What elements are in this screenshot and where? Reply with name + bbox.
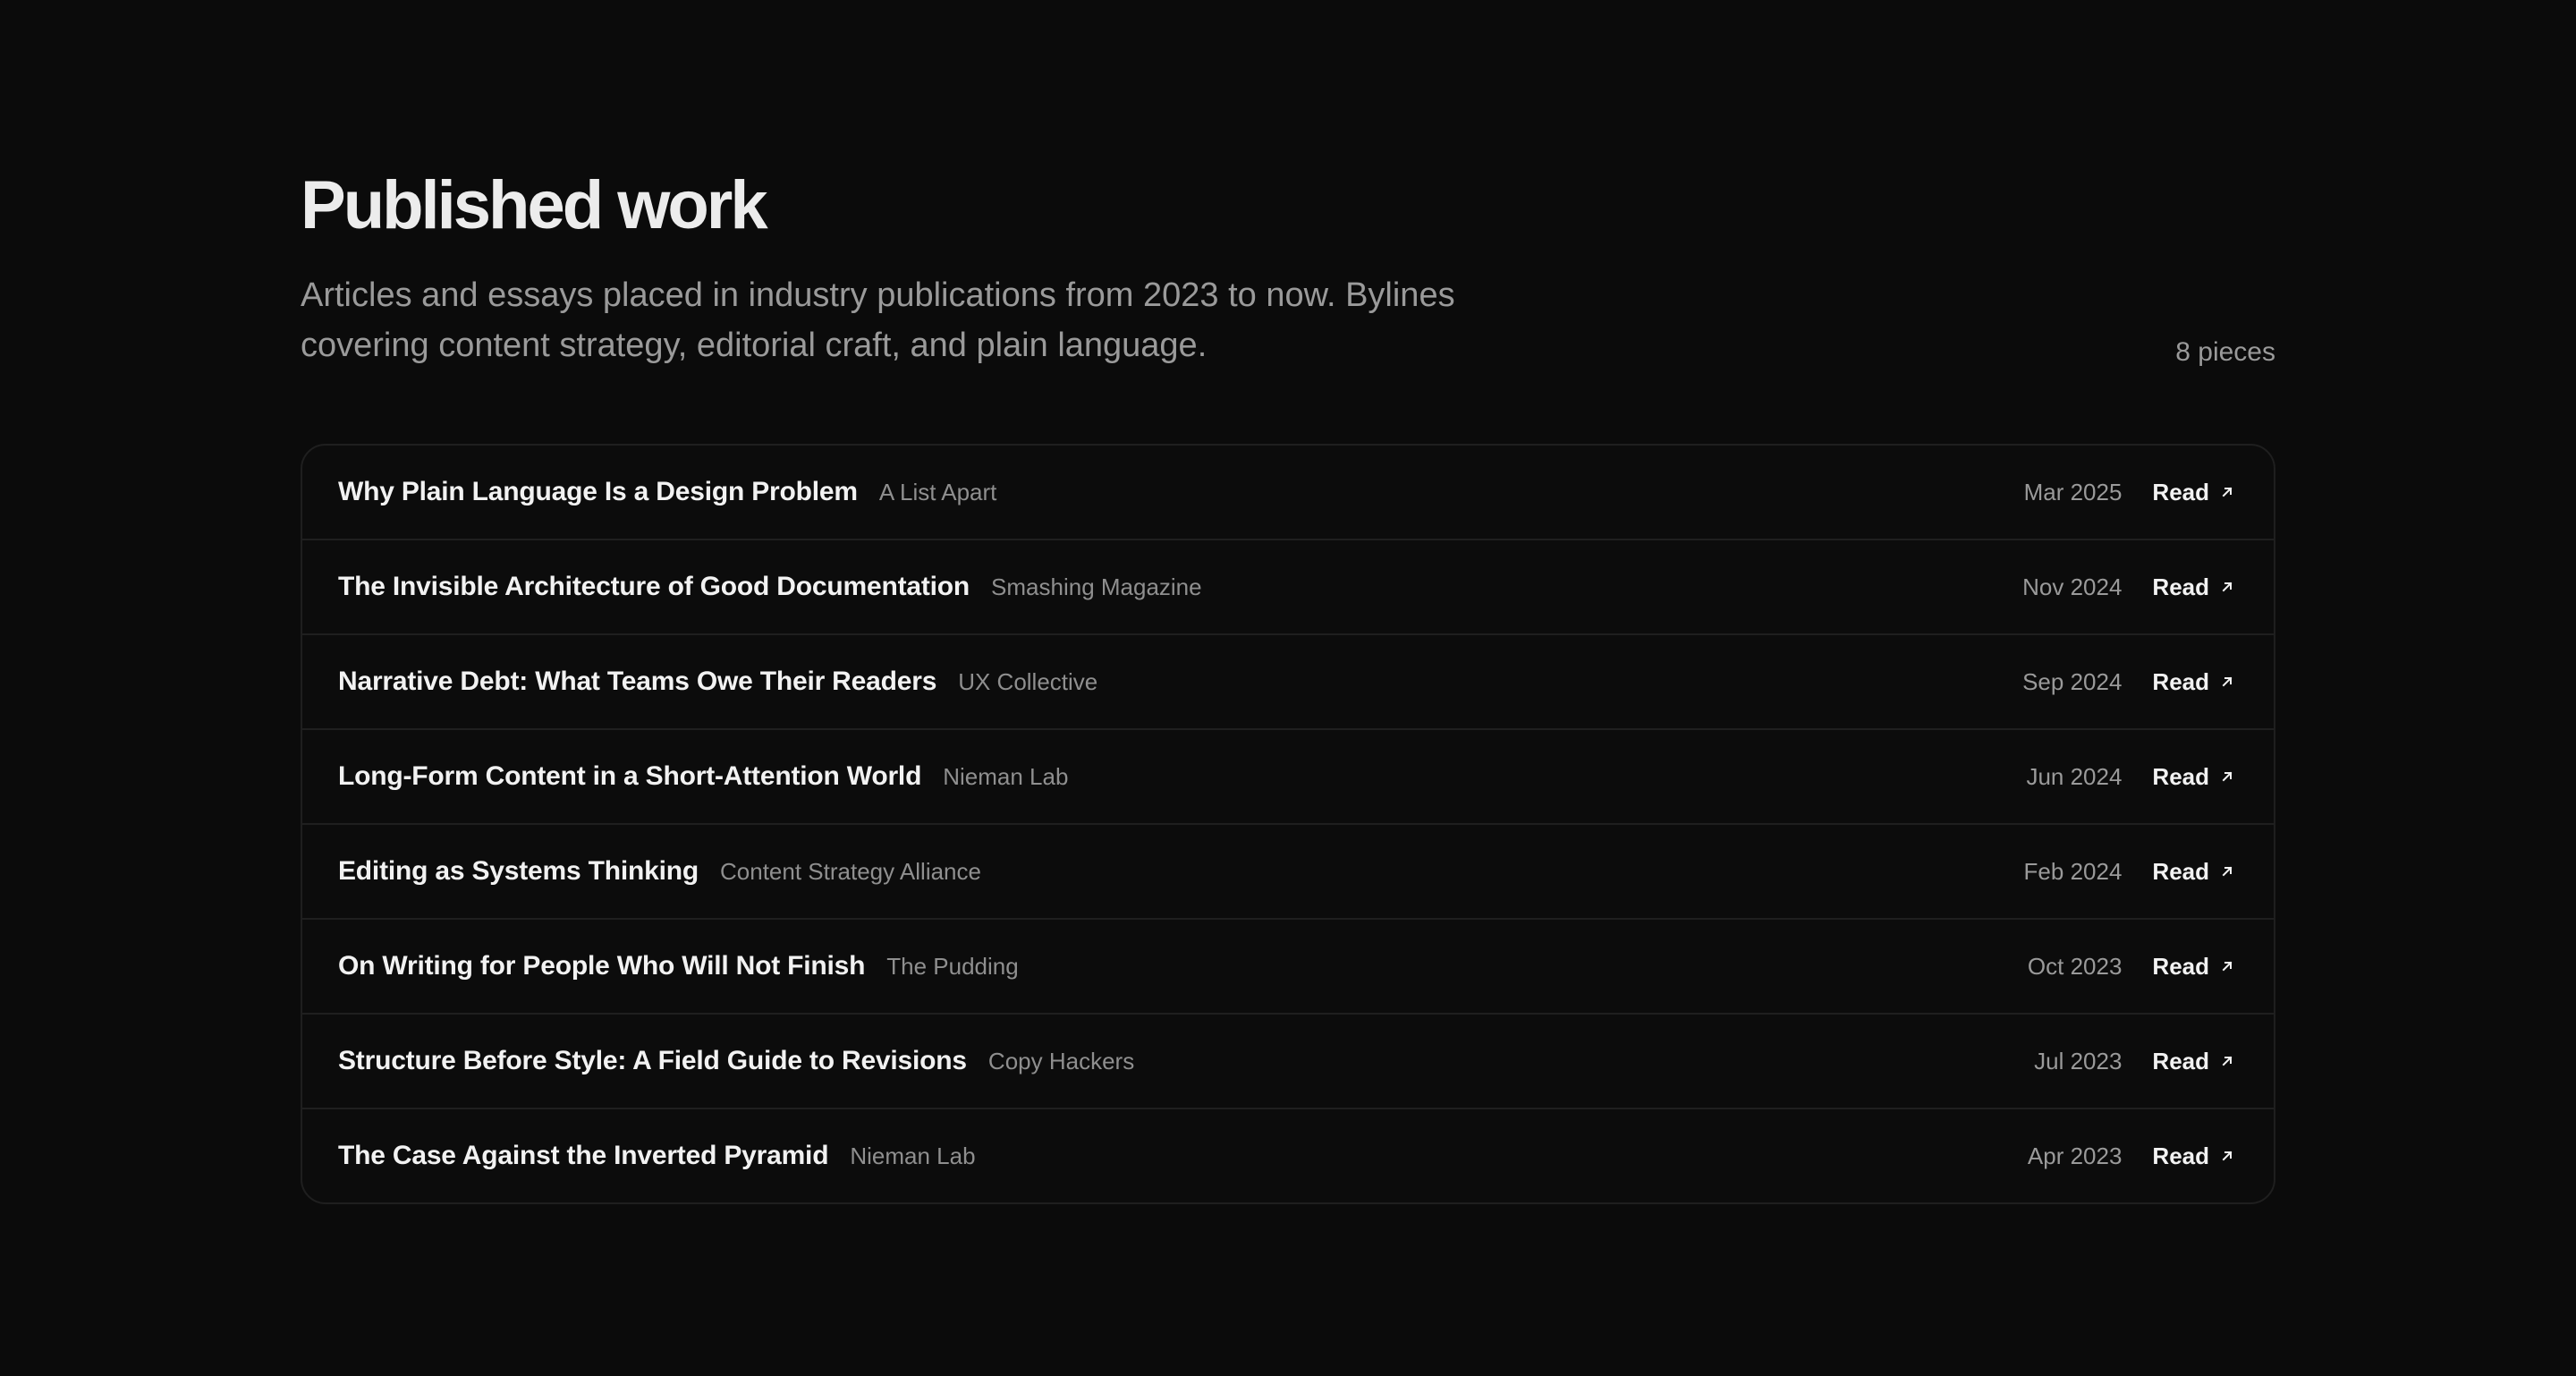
article-info: On Writing for People Who Will Not Finis… [338,951,2028,981]
article-publication: Smashing Magazine [991,573,1202,600]
arrow-up-right-icon [2220,1054,2234,1068]
article-publication: The Pudding [886,953,1019,980]
read-link[interactable]: Read [2152,953,2234,981]
article-date: Jun 2024 [2026,762,2123,790]
article-publication: Nieman Lab [850,1142,976,1169]
arrow-up-right-icon [2220,675,2234,689]
list-item: Long-Form Content in a Short-Attention W… [302,730,2274,825]
article-meta: Mar 2025 Read [2024,479,2234,506]
article-title: Structure Before Style: A Field Guide to… [338,1046,967,1075]
article-publication: A List Apart [878,479,997,505]
read-label: Read [2152,857,2209,885]
article-date: Mar 2025 [2023,478,2123,505]
article-publication: Nieman Lab [943,763,1069,790]
read-label: Read [2152,478,2209,505]
article-info: Structure Before Style: A Field Guide to… [338,1046,2034,1076]
article-title: The Invisible Architecture of Good Docum… [338,572,970,601]
read-label: Read [2152,1142,2209,1169]
article-info: Long-Form Content in a Short-Attention W… [338,761,2026,792]
read-label: Read [2152,573,2209,600]
article-date: Oct 2023 [2027,952,2123,980]
article-info: Editing as Systems Thinking Content Stra… [338,856,2024,887]
read-link[interactable]: Read [2152,858,2234,886]
arrow-up-right-icon [2220,864,2234,879]
article-date: Jul 2023 [2034,1047,2123,1074]
list-item: Structure Before Style: A Field Guide to… [302,1015,2274,1109]
read-label: Read [2152,1047,2209,1074]
read-link[interactable]: Read [2152,763,2234,791]
article-date: Nov 2024 [2022,573,2123,600]
list-item: Narrative Debt: What Teams Owe Their Rea… [302,635,2274,730]
article-meta: Sep 2024 Read [2022,668,2234,696]
article-publication: UX Collective [958,668,1098,695]
article-date: Apr 2023 [2027,1142,2123,1169]
article-info: The Invisible Architecture of Good Docum… [338,572,2022,602]
read-label: Read [2152,952,2209,980]
article-title: On Writing for People Who Will Not Finis… [338,951,866,981]
arrow-up-right-icon [2220,769,2234,784]
article-publication: Content Strategy Alliance [720,858,981,885]
page-title: Published work [301,167,768,243]
page-header: Published work Articles and essays place… [301,0,2275,444]
article-date: Feb 2024 [2023,857,2123,885]
list-item: The Invisible Architecture of Good Docum… [302,540,2274,635]
list-item: Why Plain Language Is a Design Problem A… [302,446,2274,540]
article-meta: Feb 2024 Read [2024,858,2234,886]
article-title: Why Plain Language Is a Design Problem [338,477,858,506]
article-meta: Nov 2024 Read [2022,573,2234,601]
list-item: Editing as Systems Thinking Content Stra… [302,825,2274,920]
article-meta: Oct 2023 Read [2028,953,2234,981]
articles-list: Why Plain Language Is a Design Problem A… [301,444,2275,1204]
pieces-count: 8 pieces [2175,337,2275,367]
arrow-up-right-icon [2220,580,2234,594]
read-link[interactable]: Read [2152,479,2234,506]
arrow-up-right-icon [2220,959,2234,973]
read-label: Read [2152,667,2209,695]
page-subtitle: Articles and essays placed in industry p… [301,276,1455,364]
article-meta: Jun 2024 Read [2026,763,2234,791]
article-title: The Case Against the Inverted Pyramid [338,1141,829,1170]
article-title: Editing as Systems Thinking [338,856,699,886]
article-date: Sep 2024 [2022,667,2123,695]
article-info: Why Plain Language Is a Design Problem A… [338,477,2024,507]
arrow-up-right-icon [2220,1149,2234,1163]
list-item: On Writing for People Who Will Not Finis… [302,920,2274,1015]
article-publication: Copy Hackers [987,1048,1135,1074]
article-meta: Apr 2023 Read [2028,1142,2234,1170]
article-info: Narrative Debt: What Teams Owe Their Rea… [338,667,2022,697]
article-info: The Case Against the Inverted Pyramid Ni… [338,1141,2028,1171]
article-title: Narrative Debt: What Teams Owe Their Rea… [338,667,937,696]
arrow-up-right-icon [2220,485,2234,499]
read-link[interactable]: Read [2152,1142,2234,1170]
read-label: Read [2152,762,2209,790]
read-link[interactable]: Read [2152,1048,2234,1075]
read-link[interactable]: Read [2152,573,2234,601]
read-link[interactable]: Read [2152,668,2234,696]
list-item: The Case Against the Inverted Pyramid Ni… [302,1109,2274,1202]
article-meta: Jul 2023 Read [2034,1048,2234,1075]
published-work-page: Published work Articles and essays place… [301,0,2275,1204]
article-title: Long-Form Content in a Short-Attention W… [338,761,922,791]
